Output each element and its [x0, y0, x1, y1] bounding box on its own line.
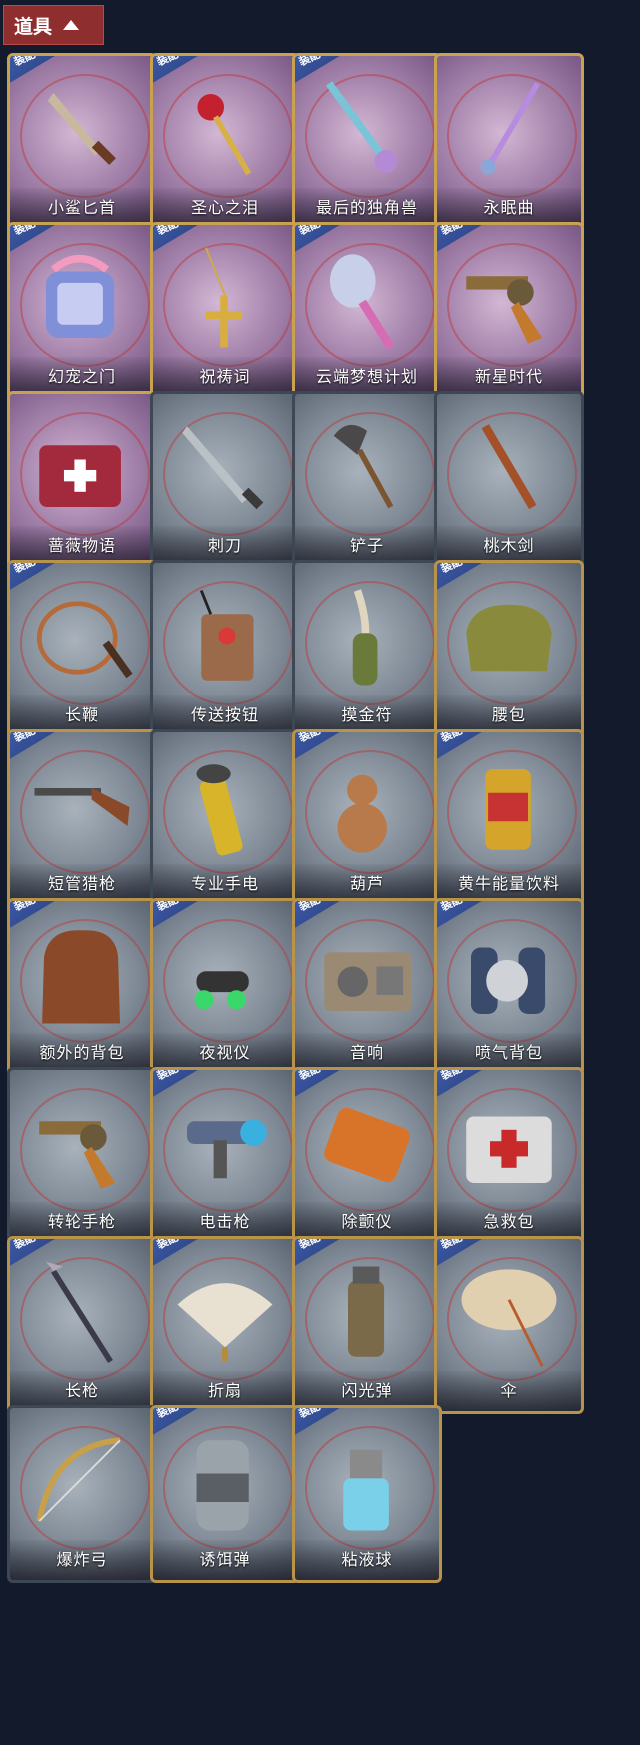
- gourd-icon: [310, 746, 424, 868]
- unicorn-sword-icon: [310, 70, 424, 192]
- item-card[interactable]: 装配 最后的独角兽: [292, 53, 442, 231]
- item-card[interactable]: 桃木剑: [434, 391, 584, 569]
- item-card[interactable]: 装配 圣心之泪: [150, 53, 300, 231]
- flashlight-icon: [168, 746, 282, 868]
- item-card[interactable]: 铲子: [292, 391, 442, 569]
- item-name: 诱饵弹: [153, 1540, 297, 1580]
- item-card[interactable]: 装配 音响: [292, 898, 442, 1076]
- item-name: 爆炸弓: [10, 1540, 154, 1580]
- bow-icon: [25, 1422, 139, 1544]
- item-card[interactable]: 摸金符: [292, 560, 442, 738]
- cross-icon: [168, 239, 282, 361]
- item-card[interactable]: 永眠曲: [434, 53, 584, 231]
- shock-gun-icon: [168, 1084, 282, 1206]
- fan-icon: [168, 1253, 282, 1375]
- item-card[interactable]: 装配 小鲨匕首: [7, 53, 157, 231]
- item-card[interactable]: 爆炸弓: [7, 1405, 157, 1583]
- item-card[interactable]: 装配 电击枪: [150, 1067, 300, 1245]
- teleport-button-icon: [168, 577, 282, 699]
- energy-drink-icon: [452, 746, 566, 868]
- item-card[interactable]: 装配 长枪: [7, 1236, 157, 1414]
- umbrella-icon: [452, 1253, 566, 1375]
- medkit-case-icon: [25, 408, 139, 530]
- item-card[interactable]: 装配 除颤仪: [292, 1067, 442, 1245]
- item-card[interactable]: 装配 夜视仪: [150, 898, 300, 1076]
- item-card[interactable]: 转轮手枪: [7, 1067, 157, 1245]
- item-card[interactable]: 刺刀: [150, 391, 300, 569]
- shovel-icon: [310, 408, 424, 530]
- speaker-icon: [310, 915, 424, 1037]
- jetpack-icon: [452, 915, 566, 1037]
- item-card[interactable]: 装配 幻宠之门: [7, 222, 157, 400]
- item-card[interactable]: 装配 长鞭: [7, 560, 157, 738]
- talisman-icon: [310, 577, 424, 699]
- item-card[interactable]: 装配 黄牛能量饮料: [434, 729, 584, 907]
- item-card[interactable]: 装配 粘液球: [292, 1405, 442, 1583]
- item-card[interactable]: 蔷薇物语: [7, 391, 157, 569]
- item-card[interactable]: 装配 急救包: [434, 1067, 584, 1245]
- bayonet-icon: [168, 408, 282, 530]
- item-card[interactable]: 装配 额外的背包: [7, 898, 157, 1076]
- sword-icon: [452, 70, 566, 192]
- item-card[interactable]: 装配 喷气背包: [434, 898, 584, 1076]
- first-aid-icon: [452, 1084, 566, 1206]
- flashbang-icon: [310, 1253, 424, 1375]
- spear-icon: [25, 1253, 139, 1375]
- item-name: 伞: [437, 1371, 581, 1411]
- item-card[interactable]: 装配 闪光弹: [292, 1236, 442, 1414]
- item-card[interactable]: 装配 新星时代: [434, 222, 584, 400]
- defibrillator-icon: [310, 1084, 424, 1206]
- item-card[interactable]: 装配 云端梦想计划: [292, 222, 442, 400]
- item-card[interactable]: 传送按钮: [150, 560, 300, 738]
- pet-gate-icon: [25, 239, 139, 361]
- waist-bag-icon: [452, 577, 566, 699]
- item-card[interactable]: 装配 祝祷词: [150, 222, 300, 400]
- dagger-icon: [25, 70, 139, 192]
- slime-ball-icon: [310, 1422, 424, 1544]
- wood-sword-icon: [452, 408, 566, 530]
- item-grid: 装配 小鲨匕首 装配 圣心之泪 装配 最后的独角兽 永眠曲装配 幻宠之门 装配 祝祷词 装配 云端梦想…: [0, 0, 640, 1745]
- revolver-icon: [452, 239, 566, 361]
- whip-icon: [25, 577, 139, 699]
- item-name: 粘液球: [295, 1540, 439, 1580]
- item-card[interactable]: 装配伞: [434, 1236, 584, 1414]
- night-vision-icon: [168, 915, 282, 1037]
- dream-mace-icon: [310, 239, 424, 361]
- item-card[interactable]: 装配 腰包: [434, 560, 584, 738]
- decoy-icon: [168, 1422, 282, 1544]
- shotgun-icon: [25, 746, 139, 868]
- backpack-icon: [25, 915, 139, 1037]
- revolver-icon: [25, 1084, 139, 1206]
- item-card[interactable]: 装配 折扇: [150, 1236, 300, 1414]
- item-card[interactable]: 装配 葫芦: [292, 729, 442, 907]
- item-card[interactable]: 专业手电: [150, 729, 300, 907]
- scepter-icon: [168, 70, 282, 192]
- item-card[interactable]: 装配 诱饵弹: [150, 1405, 300, 1583]
- item-card[interactable]: 装配 短管猎枪: [7, 729, 157, 907]
